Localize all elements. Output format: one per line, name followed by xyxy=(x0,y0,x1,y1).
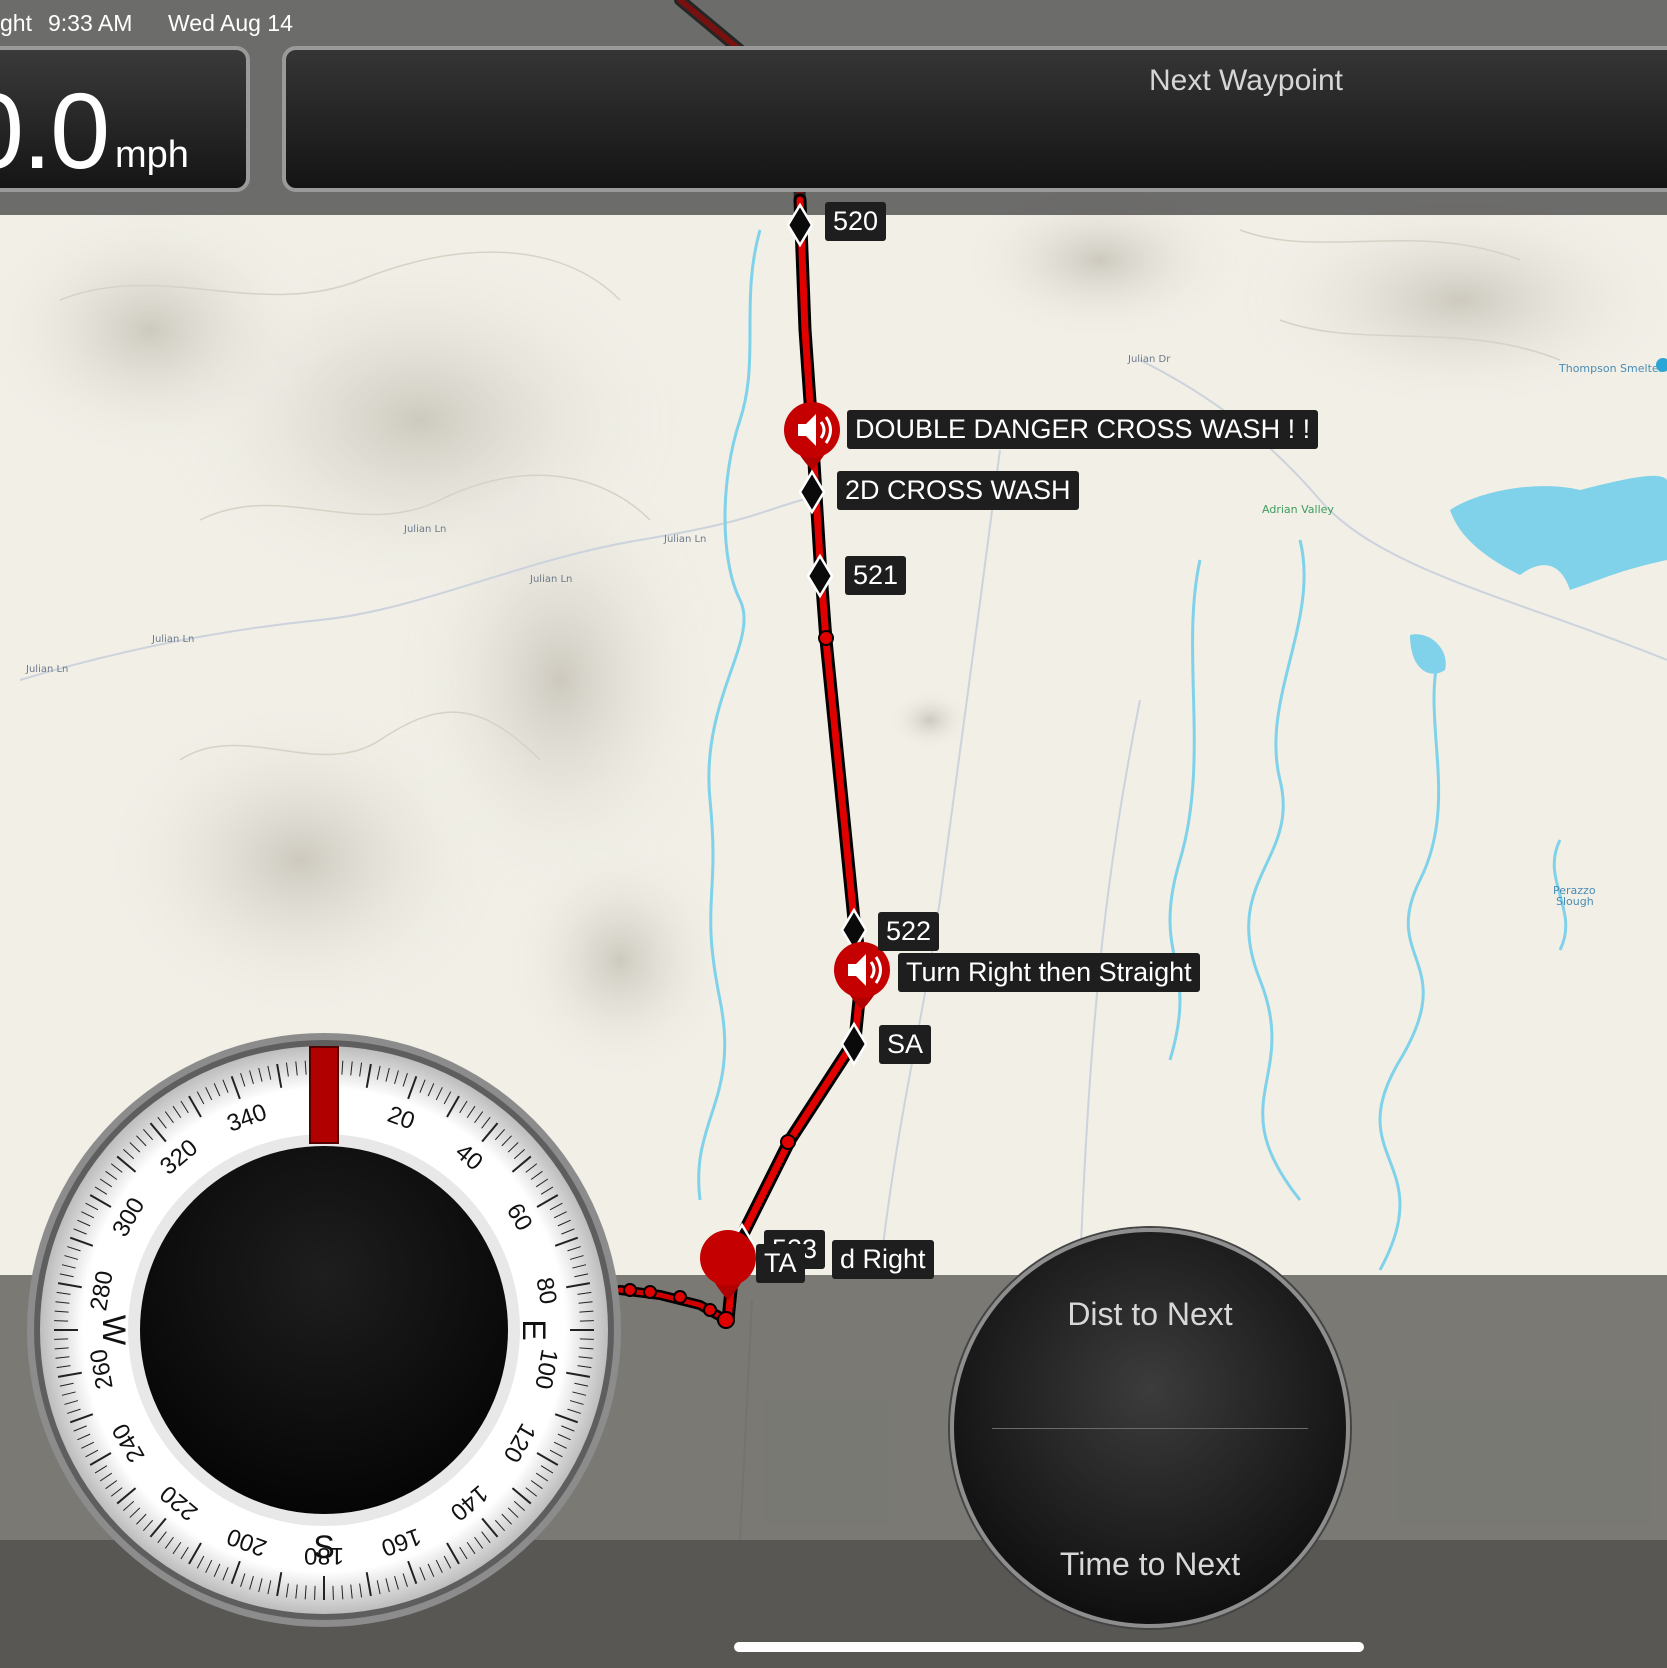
map-label-thompson-smelter: Thompson Smelter xyxy=(1558,362,1664,375)
alert-label-hard-right[interactable]: d Right xyxy=(832,1240,934,1279)
map-label-julian-ln-4: Julian Ln xyxy=(151,634,194,645)
compass-south: S xyxy=(313,1529,334,1565)
dist-to-next-label: Dist to Next xyxy=(1067,1296,1233,1332)
waypoint-label-2d-cross-wash[interactable]: 2D CROSS WASH xyxy=(837,471,1079,510)
waypoint-label-521[interactable]: 521 xyxy=(845,556,907,595)
status-time: 9:33 AM xyxy=(48,10,133,36)
waypoint-label-520[interactable]: 520 xyxy=(825,202,887,241)
waypoint-label-ta[interactable]: TA xyxy=(756,1244,805,1283)
map-label-slough: Slough xyxy=(1556,895,1594,908)
waypoint-label-522[interactable]: 522 xyxy=(878,912,940,951)
speed-unit: mph xyxy=(115,134,189,176)
compass-east: E xyxy=(516,1319,552,1340)
status-bar: ght 9:33 AM Wed Aug 14 xyxy=(0,0,1667,48)
speed-value: 0.0 xyxy=(0,70,110,191)
map-label-julian-ln-5: Julian Ln xyxy=(25,664,68,675)
heading-indicator xyxy=(309,1046,339,1144)
waypoint-label-sa[interactable]: SA xyxy=(879,1025,932,1064)
map-label-julian-ln-3: Julian Ln xyxy=(529,574,572,585)
dist-time-gauge[interactable]: Dist to Next Time to Next xyxy=(950,1228,1350,1628)
alert-label-turn-right[interactable]: Turn Right then Straight xyxy=(898,953,1200,992)
alert-label-double-danger[interactable]: DOUBLE DANGER CROSS WASH ! ! xyxy=(847,410,1319,449)
next-waypoint-panel[interactable]: Next Waypoint xyxy=(282,46,1667,192)
map-label-julian-ln-1: Julian Ln xyxy=(403,524,446,535)
compass[interactable]: 2040608010012014016018020022024026028030… xyxy=(24,1030,624,1630)
map-label-adrian-valley: Adrian Valley xyxy=(1262,503,1334,516)
status-date: Wed Aug 14 xyxy=(168,10,293,36)
status-carrier: ght xyxy=(0,10,32,36)
home-indicator[interactable] xyxy=(734,1642,1364,1652)
compass-degree-label: 80 xyxy=(530,1275,561,1306)
map-label-julian-ln-2: Julian Ln xyxy=(663,534,706,545)
compass-west: W xyxy=(96,1315,132,1346)
next-waypoint-title: Next Waypoint xyxy=(1149,64,1343,97)
map-label-julian-dr: Julian Dr xyxy=(1127,354,1171,365)
gauge-divider xyxy=(992,1428,1308,1429)
speed-panel[interactable]: 0.0 mph xyxy=(0,46,250,192)
time-to-next-label: Time to Next xyxy=(1059,1546,1241,1582)
